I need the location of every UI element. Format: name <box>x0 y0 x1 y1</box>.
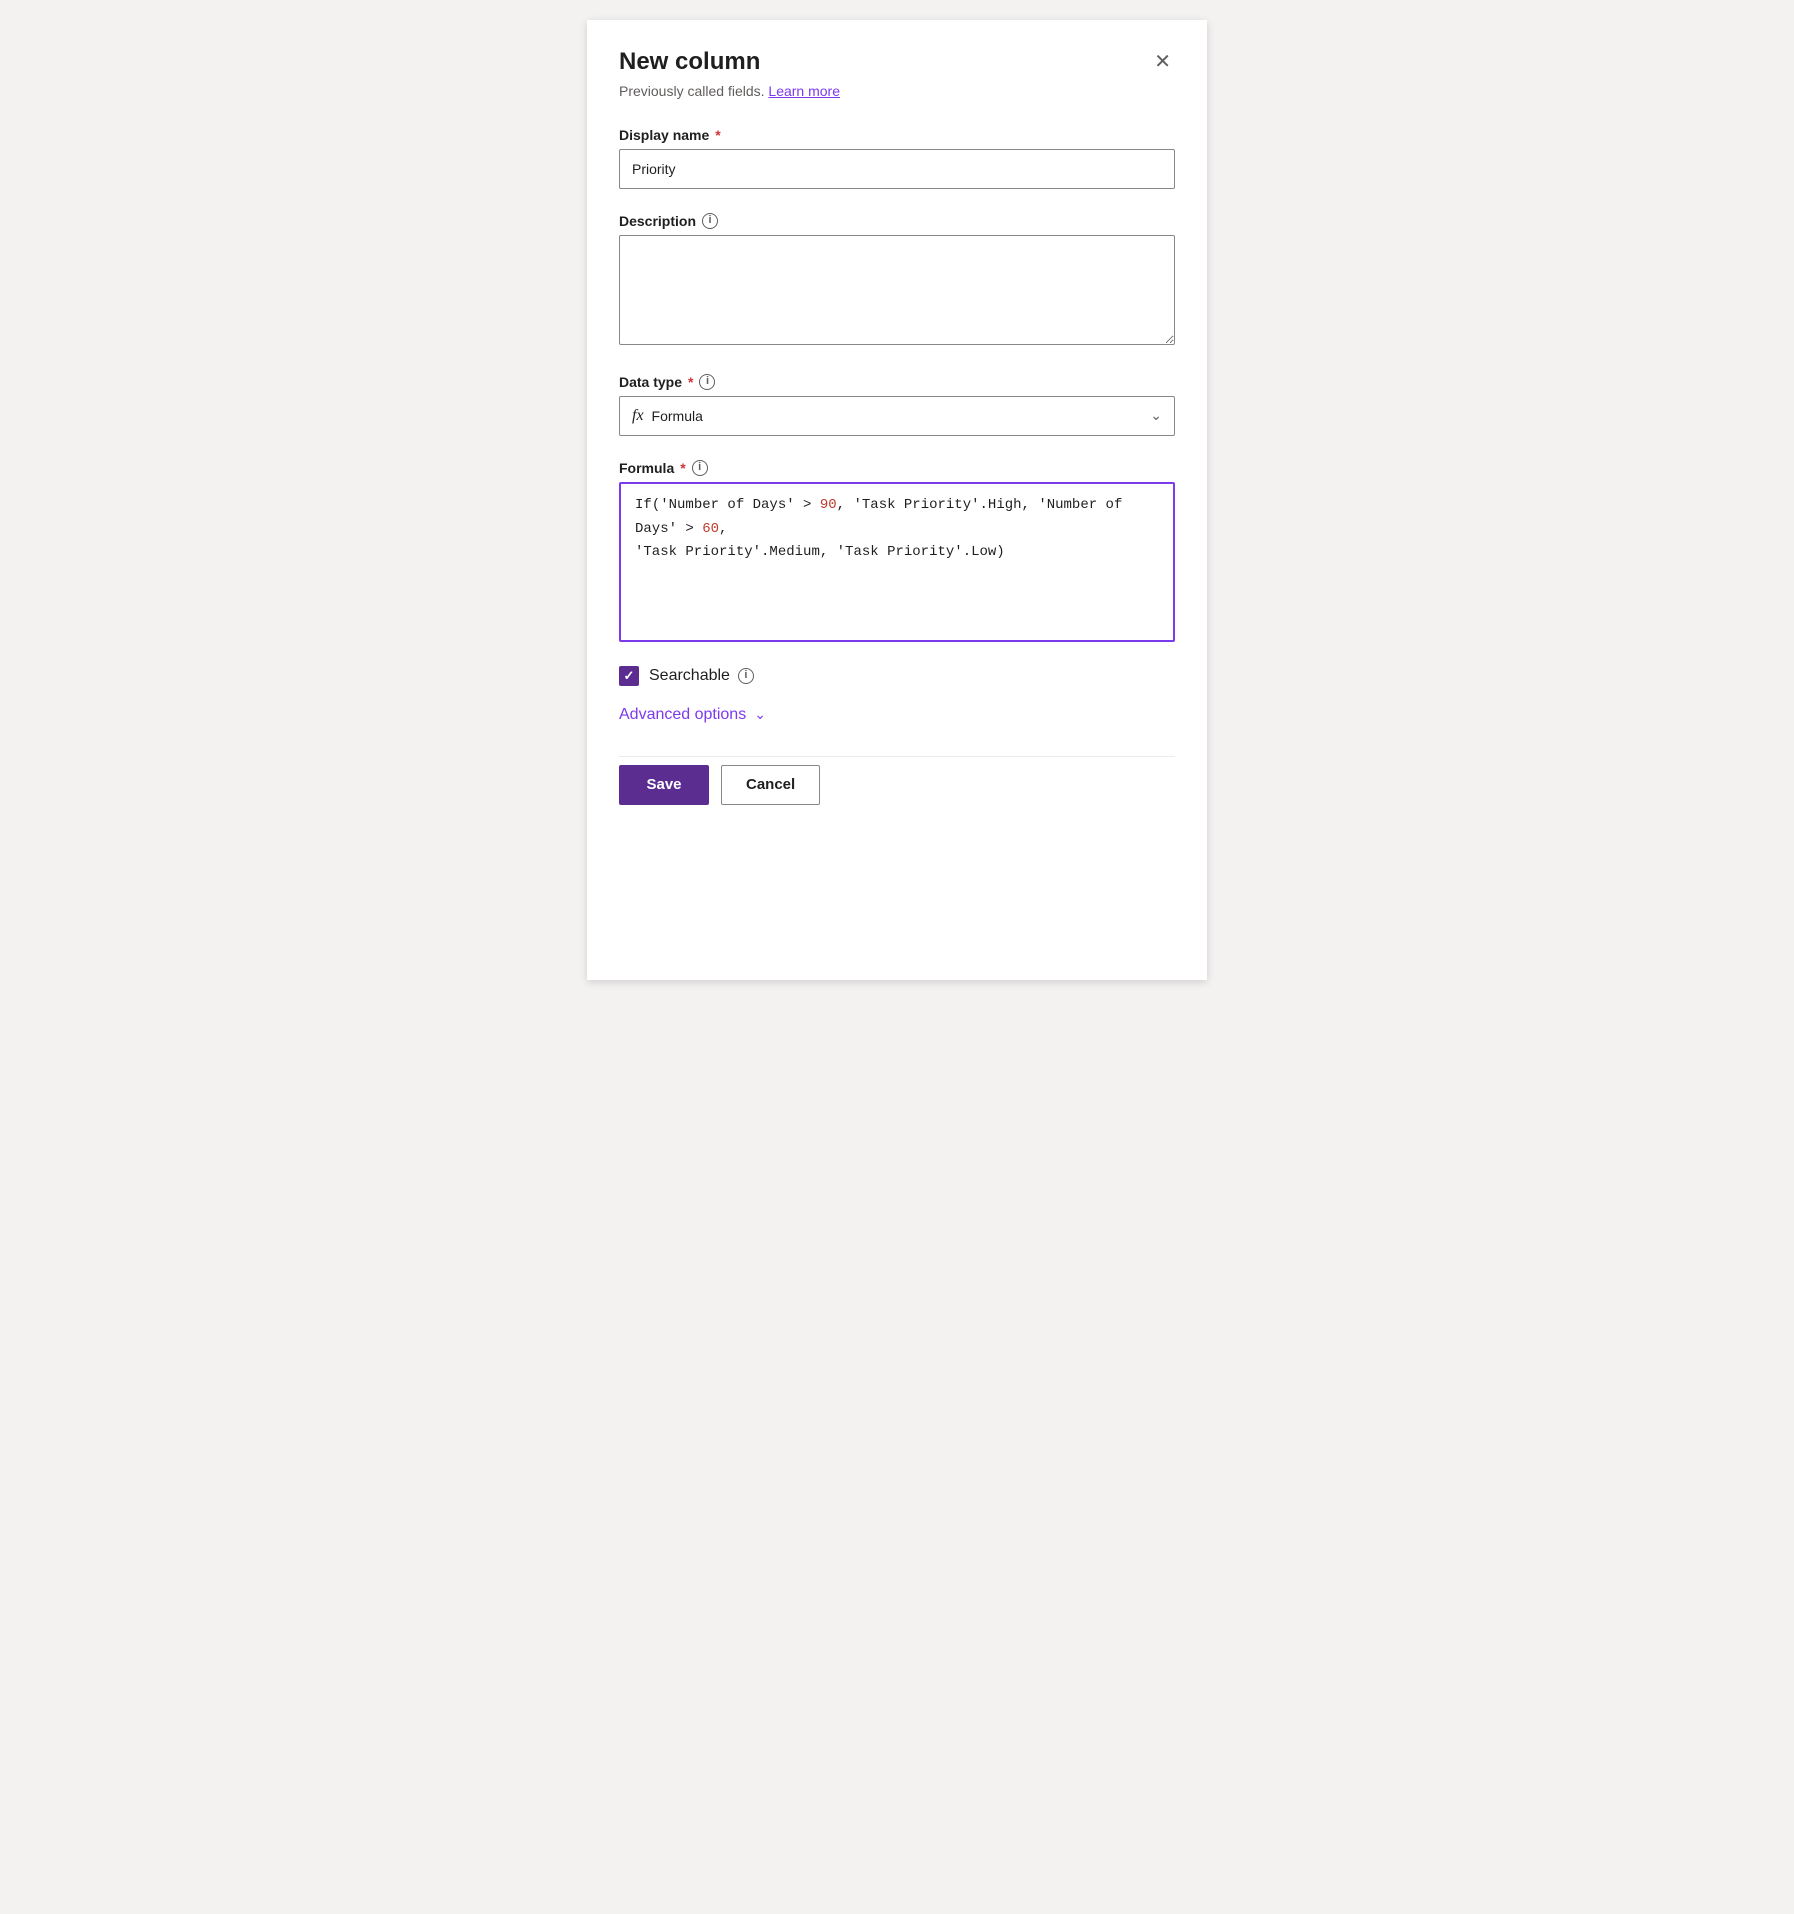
panel-header: New column ✕ <box>619 48 1175 77</box>
required-star-formula: * <box>680 460 685 476</box>
advanced-options-row[interactable]: Advanced options ⌄ <box>619 706 1175 724</box>
formula-info-icon: i <box>692 460 708 476</box>
searchable-info-icon: i <box>738 668 754 684</box>
learn-more-link[interactable]: Learn more <box>768 83 840 99</box>
description-textarea[interactable] <box>619 235 1175 345</box>
checkmark-icon: ✓ <box>624 669 635 682</box>
searchable-row: ✓ Searchable i <box>619 666 1175 686</box>
footer-buttons: Save Cancel <box>619 756 1175 805</box>
description-group: Description i <box>619 213 1175 350</box>
advanced-options-label: Advanced options <box>619 706 746 724</box>
display-name-group: Display name * <box>619 127 1175 189</box>
searchable-label: Searchable i <box>649 667 754 685</box>
data-type-select[interactable]: fx Formula ⌄ <box>619 396 1175 436</box>
data-type-info-icon: i <box>699 374 715 390</box>
searchable-checkbox[interactable]: ✓ <box>619 666 639 686</box>
cancel-button[interactable]: Cancel <box>721 765 820 805</box>
fx-icon: fx <box>632 407 644 425</box>
required-star: * <box>715 127 720 143</box>
display-name-input[interactable] <box>619 149 1175 189</box>
formula-input[interactable]: If('Number of Days' > 90, 'Task Priority… <box>619 482 1175 642</box>
description-label: Description i <box>619 213 1175 229</box>
advanced-chevron-icon: ⌄ <box>754 706 766 723</box>
data-type-label: Data type * i <box>619 374 1175 390</box>
panel-title: New column <box>619 48 760 77</box>
data-type-group: Data type * i fx Formula ⌄ <box>619 374 1175 436</box>
new-column-panel: New column ✕ Previously called fields. L… <box>587 20 1207 980</box>
required-star-datatype: * <box>688 374 693 390</box>
formula-group: Formula * i If('Number of Days' > 90, 'T… <box>619 460 1175 642</box>
panel-subtitle: Previously called fields. Learn more <box>619 83 1175 99</box>
data-type-value: Formula <box>652 408 703 424</box>
data-type-select-left: fx Formula <box>632 407 703 425</box>
close-button[interactable]: ✕ <box>1150 50 1175 74</box>
display-name-label: Display name * <box>619 127 1175 143</box>
formula-label: Formula * i <box>619 460 1175 476</box>
save-button[interactable]: Save <box>619 765 709 805</box>
description-info-icon: i <box>702 213 718 229</box>
subtitle-text: Previously called fields. <box>619 83 765 99</box>
chevron-down-icon: ⌄ <box>1150 407 1162 424</box>
